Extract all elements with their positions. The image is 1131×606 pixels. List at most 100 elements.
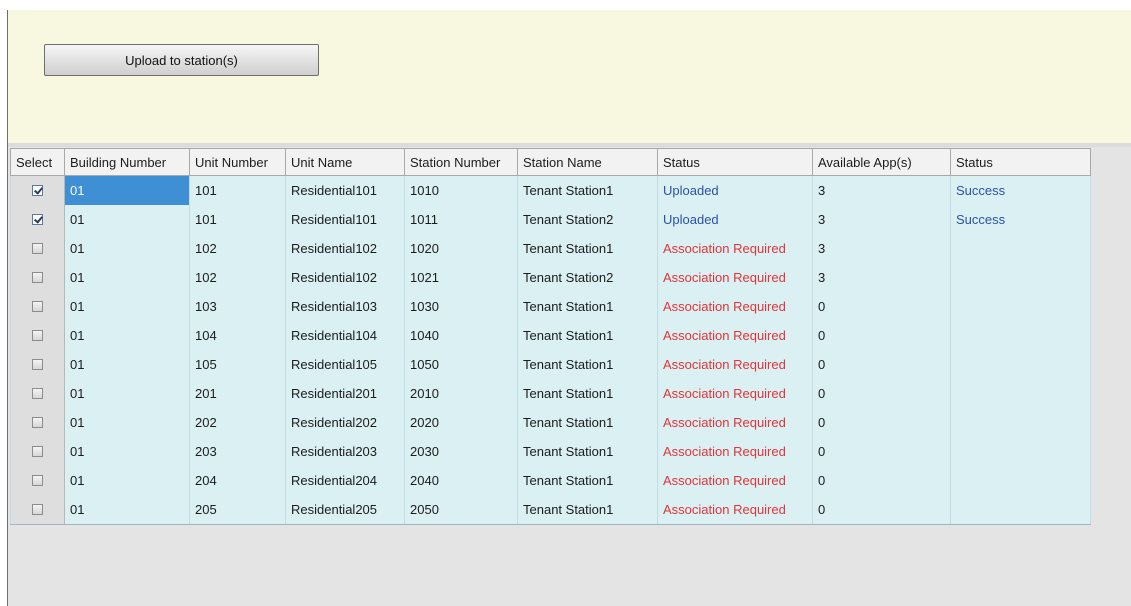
unit-name-cell[interactable]: Residential105 [285, 350, 405, 379]
unit-number-cell[interactable]: 201 [189, 379, 286, 408]
building-number-cell[interactable]: 01 [64, 292, 190, 321]
upload-result-cell[interactable] [950, 437, 1091, 466]
table-row[interactable]: 01 205 Residential205 2050 Tenant Station1 As… [10, 495, 1091, 525]
select-checkbox[interactable] [32, 184, 43, 196]
available-apps-cell[interactable]: 3 [812, 234, 951, 263]
column-header-station-name[interactable]: Station Name [517, 148, 658, 176]
select-checkbox[interactable] [32, 358, 43, 370]
building-number-cell[interactable]: 01 [64, 175, 190, 205]
select-checkbox[interactable] [32, 213, 43, 225]
table-row[interactable]: 01 203 Residential203 2030 Tenant Station1 As… [10, 437, 1091, 466]
status-cell[interactable]: Uploaded [657, 205, 813, 234]
available-apps-cell[interactable]: 0 [812, 321, 951, 350]
select-checkbox[interactable] [32, 503, 43, 515]
upload-result-cell[interactable] [950, 234, 1091, 263]
station-name-cell[interactable]: Tenant Station1 [517, 437, 658, 466]
station-number-cell[interactable]: 2020 [404, 408, 518, 437]
building-number-cell[interactable]: 01 [64, 408, 190, 437]
building-number-cell[interactable]: 01 [64, 495, 190, 525]
select-cell[interactable] [10, 350, 65, 379]
unit-name-cell[interactable]: Residential204 [285, 466, 405, 495]
available-apps-cell[interactable]: 0 [812, 466, 951, 495]
select-checkbox[interactable] [32, 416, 43, 428]
unit-number-cell[interactable]: 103 [189, 292, 286, 321]
station-number-cell[interactable]: 1030 [404, 292, 518, 321]
table-row[interactable]: 01 105 Residential105 1050 Tenant Station1 As… [10, 350, 1091, 379]
select-cell[interactable] [10, 175, 65, 205]
upload-result-cell[interactable] [950, 495, 1091, 525]
status-cell[interactable]: Association Required [657, 437, 813, 466]
column-header-unit-number[interactable]: Unit Number [189, 148, 286, 176]
unit-number-cell[interactable]: 204 [189, 466, 286, 495]
unit-number-cell[interactable]: 203 [189, 437, 286, 466]
select-checkbox[interactable] [32, 387, 43, 399]
unit-number-cell[interactable]: 101 [189, 175, 286, 205]
status-cell[interactable]: Association Required [657, 466, 813, 495]
table-row[interactable]: 01 103 Residential103 1030 Tenant Station1 As… [10, 292, 1091, 321]
select-cell[interactable] [10, 466, 65, 495]
station-number-cell[interactable]: 1050 [404, 350, 518, 379]
select-cell[interactable] [10, 408, 65, 437]
available-apps-cell[interactable]: 0 [812, 379, 951, 408]
table-row[interactable]: 01 102 Residential102 1020 Tenant Station1 As… [10, 234, 1091, 263]
building-number-cell[interactable]: 01 [64, 205, 190, 234]
status-cell[interactable]: Association Required [657, 350, 813, 379]
select-checkbox[interactable] [32, 271, 43, 283]
status-cell[interactable]: Association Required [657, 495, 813, 525]
table-row[interactable]: 01 101 Residential101 1011 Tenant Station2 Up… [10, 205, 1091, 234]
building-number-cell[interactable]: 01 [64, 466, 190, 495]
available-apps-cell[interactable]: 0 [812, 495, 951, 525]
unit-number-cell[interactable]: 101 [189, 205, 286, 234]
available-apps-cell[interactable]: 3 [812, 263, 951, 292]
unit-name-cell[interactable]: Residential102 [285, 263, 405, 292]
station-name-cell[interactable]: Tenant Station1 [517, 466, 658, 495]
column-header-upload-status[interactable]: Status [950, 148, 1091, 176]
status-cell[interactable]: Association Required [657, 234, 813, 263]
unit-name-cell[interactable]: Residential101 [285, 175, 405, 205]
station-number-cell[interactable]: 2040 [404, 466, 518, 495]
station-name-cell[interactable]: Tenant Station1 [517, 408, 658, 437]
station-name-cell[interactable]: Tenant Station1 [517, 175, 658, 205]
building-number-cell[interactable]: 01 [64, 379, 190, 408]
column-header-building-number[interactable]: Building Number [64, 148, 190, 176]
select-cell[interactable] [10, 263, 65, 292]
status-cell[interactable]: Association Required [657, 321, 813, 350]
station-number-cell[interactable]: 1021 [404, 263, 518, 292]
unit-number-cell[interactable]: 105 [189, 350, 286, 379]
status-cell[interactable]: Uploaded [657, 175, 813, 205]
table-row[interactable]: 01 204 Residential204 2040 Tenant Station1 As… [10, 466, 1091, 495]
unit-number-cell[interactable]: 102 [189, 234, 286, 263]
select-cell[interactable] [10, 205, 65, 234]
station-number-cell[interactable]: 1011 [404, 205, 518, 234]
status-cell[interactable]: Association Required [657, 408, 813, 437]
select-checkbox[interactable] [32, 474, 43, 486]
unit-name-cell[interactable]: Residential101 [285, 205, 405, 234]
available-apps-cell[interactable]: 0 [812, 437, 951, 466]
select-checkbox[interactable] [32, 242, 43, 254]
station-number-cell[interactable]: 2050 [404, 495, 518, 525]
select-checkbox[interactable] [32, 329, 43, 341]
unit-name-cell[interactable]: Residential203 [285, 437, 405, 466]
building-number-cell[interactable]: 01 [64, 321, 190, 350]
select-checkbox[interactable] [32, 300, 43, 312]
unit-name-cell[interactable]: Residential102 [285, 234, 405, 263]
unit-name-cell[interactable]: Residential104 [285, 321, 405, 350]
select-cell[interactable] [10, 379, 65, 408]
available-apps-cell[interactable]: 3 [812, 205, 951, 234]
upload-result-cell[interactable]: Success [950, 175, 1091, 205]
unit-number-cell[interactable]: 104 [189, 321, 286, 350]
select-cell[interactable] [10, 321, 65, 350]
select-checkbox[interactable] [32, 445, 43, 457]
available-apps-cell[interactable]: 0 [812, 408, 951, 437]
station-name-cell[interactable]: Tenant Station1 [517, 321, 658, 350]
unit-name-cell[interactable]: Residential202 [285, 408, 405, 437]
select-cell[interactable] [10, 437, 65, 466]
station-number-cell[interactable]: 2010 [404, 379, 518, 408]
table-row[interactable]: 01 201 Residential201 2010 Tenant Station1 As… [10, 379, 1091, 408]
unit-number-cell[interactable]: 202 [189, 408, 286, 437]
table-row[interactable]: 01 104 Residential104 1040 Tenant Station1 As… [10, 321, 1091, 350]
table-row[interactable]: 01 101 Residential101 1010 Tenant Station1 Up… [10, 175, 1091, 205]
select-cell[interactable] [10, 495, 65, 525]
unit-number-cell[interactable]: 102 [189, 263, 286, 292]
column-header-unit-name[interactable]: Unit Name [285, 148, 405, 176]
